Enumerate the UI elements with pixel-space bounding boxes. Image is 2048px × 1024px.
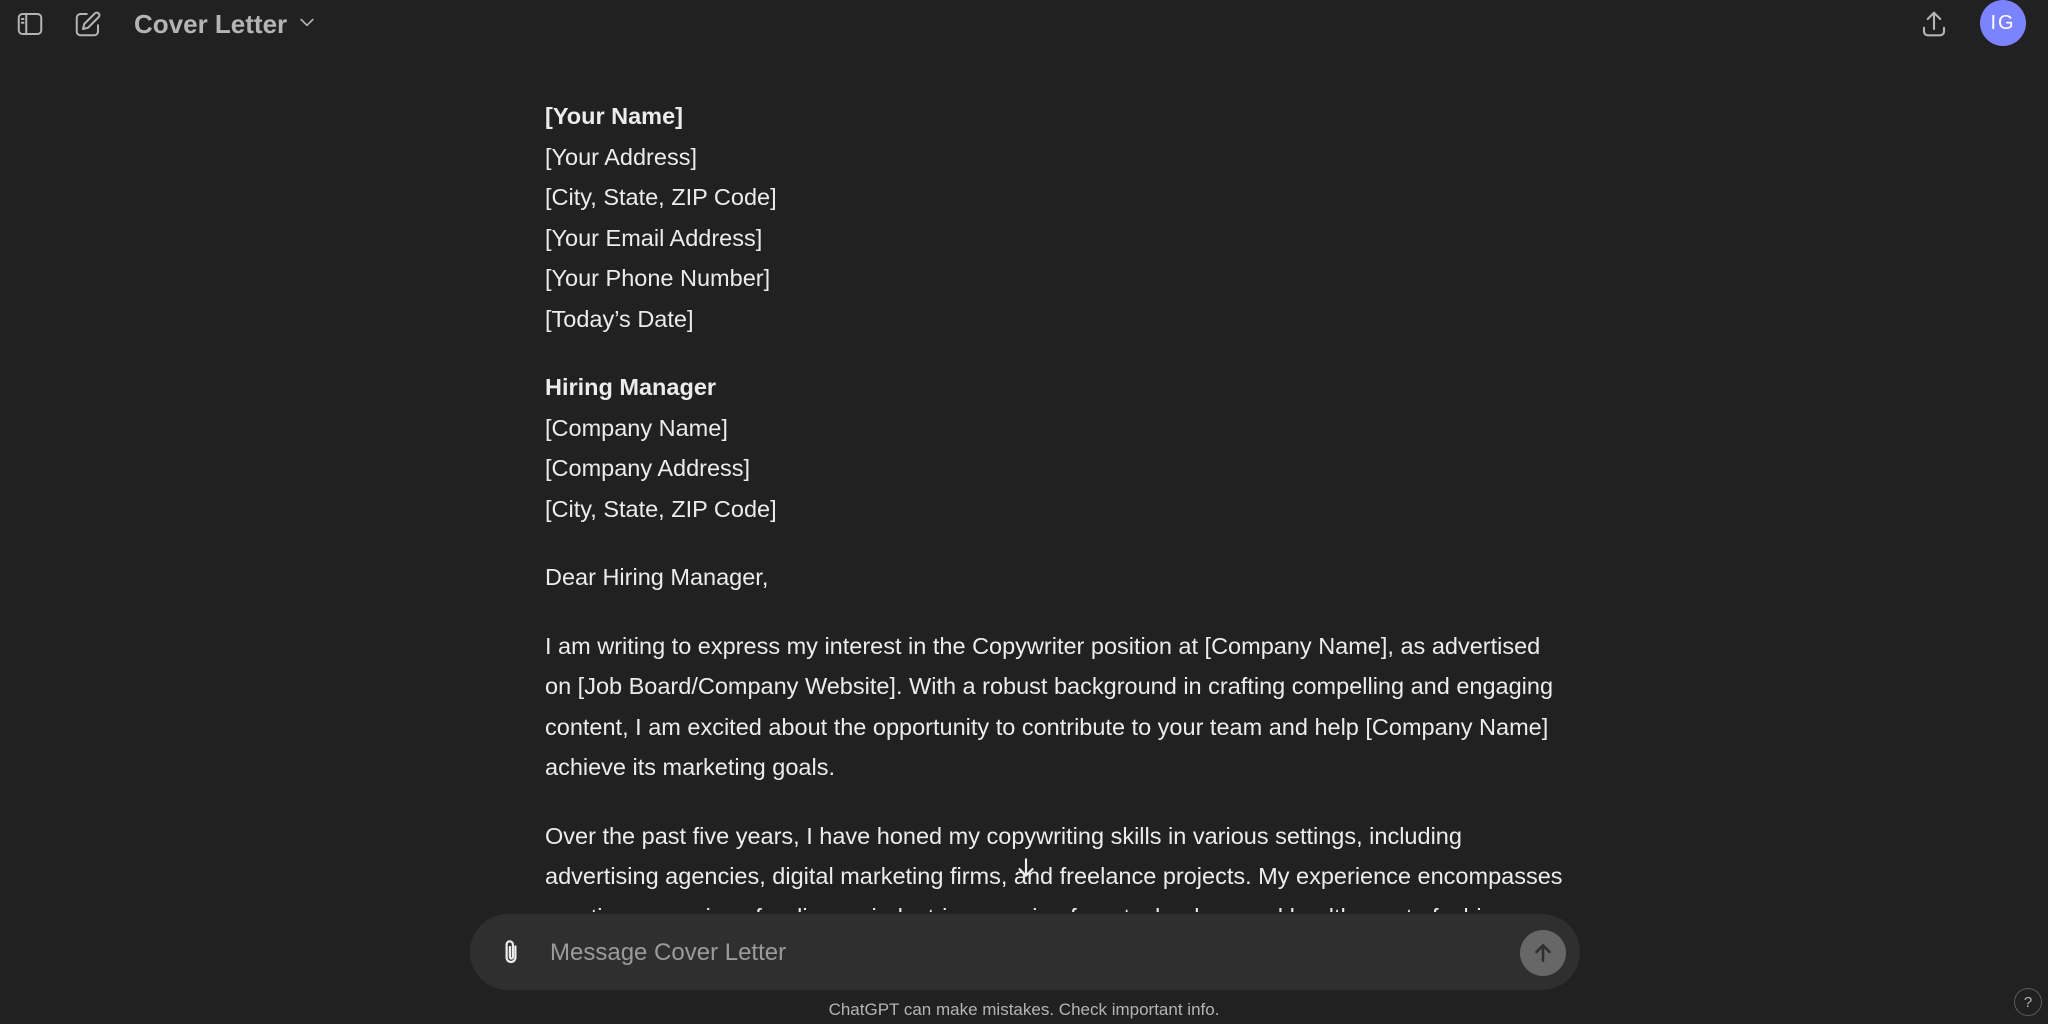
salutation-text: Dear Hiring Manager, [545, 564, 769, 590]
sender-city: [City, State, ZIP Code] [545, 184, 777, 210]
recipient-block: Hiring Manager [Company Name] [Company A… [545, 367, 1575, 529]
paragraph-2: Over the past five years, I have honed m… [545, 816, 1575, 913]
paragraph-line: advertising agencies, digital marketing … [545, 863, 1563, 889]
paperclip-icon[interactable] [490, 931, 532, 973]
edit-icon[interactable] [70, 6, 106, 42]
send-button[interactable] [1520, 930, 1566, 976]
assistant-message: [Your Name] [Your Address] [City, State,… [545, 96, 1575, 912]
chat-app: Cover Letter IG [Your Name] [Your Addres… [0, 0, 2048, 1024]
help-button[interactable]: ? [2014, 988, 2042, 1016]
sidebar-toggle-icon[interactable] [12, 6, 48, 42]
model-title-selector[interactable]: Cover Letter [134, 8, 317, 40]
salutation: Dear Hiring Manager, [545, 557, 1575, 598]
sender-block: [Your Name] [Your Address] [City, State,… [545, 96, 1575, 339]
recipient-company: [Company Name] [545, 414, 728, 441]
upload-icon[interactable] [1916, 6, 1952, 42]
paragraph-line: content, I am excited about the opportun… [545, 713, 1549, 740]
sender-address: [Your Address] [545, 143, 697, 170]
letter-date: [Today’s Date] [545, 305, 694, 332]
paragraph-line: I am writing to express my interest in t… [545, 632, 1541, 659]
paragraph-line: on [Job Board/Company Website]. With a r… [545, 673, 1554, 699]
recipient-address: [Company Address] [545, 455, 751, 481]
page-title: Cover Letter [134, 8, 288, 39]
top-bar: Cover Letter IG [0, 0, 2048, 48]
sender-phone: [Your Phone Number] [545, 265, 771, 291]
sender-email: [Your Email Address] [545, 224, 763, 251]
sender-name: [Your Name] [545, 103, 683, 129]
recipient-city: [City, State, ZIP Code] [545, 495, 777, 522]
message-input[interactable] [548, 932, 1452, 974]
message-composer [470, 914, 1580, 990]
arrow-down-icon[interactable] [1006, 848, 1046, 888]
chevron-down-icon [297, 12, 317, 37]
avatar[interactable]: IG [1980, 0, 2026, 46]
paragraph-line: Over the past five years, I have honed m… [545, 822, 1462, 849]
disclaimer-text: ChatGPT can make mistakes. Check importa… [828, 1000, 1220, 1019]
paragraph-line: achieve its marketing goals. [545, 754, 835, 780]
paragraph-line: creating campaigns for diverse industrie… [545, 897, 1575, 913]
recipient-title: Hiring Manager [545, 374, 717, 400]
paragraph-1: I am writing to express my interest in t… [545, 626, 1575, 788]
